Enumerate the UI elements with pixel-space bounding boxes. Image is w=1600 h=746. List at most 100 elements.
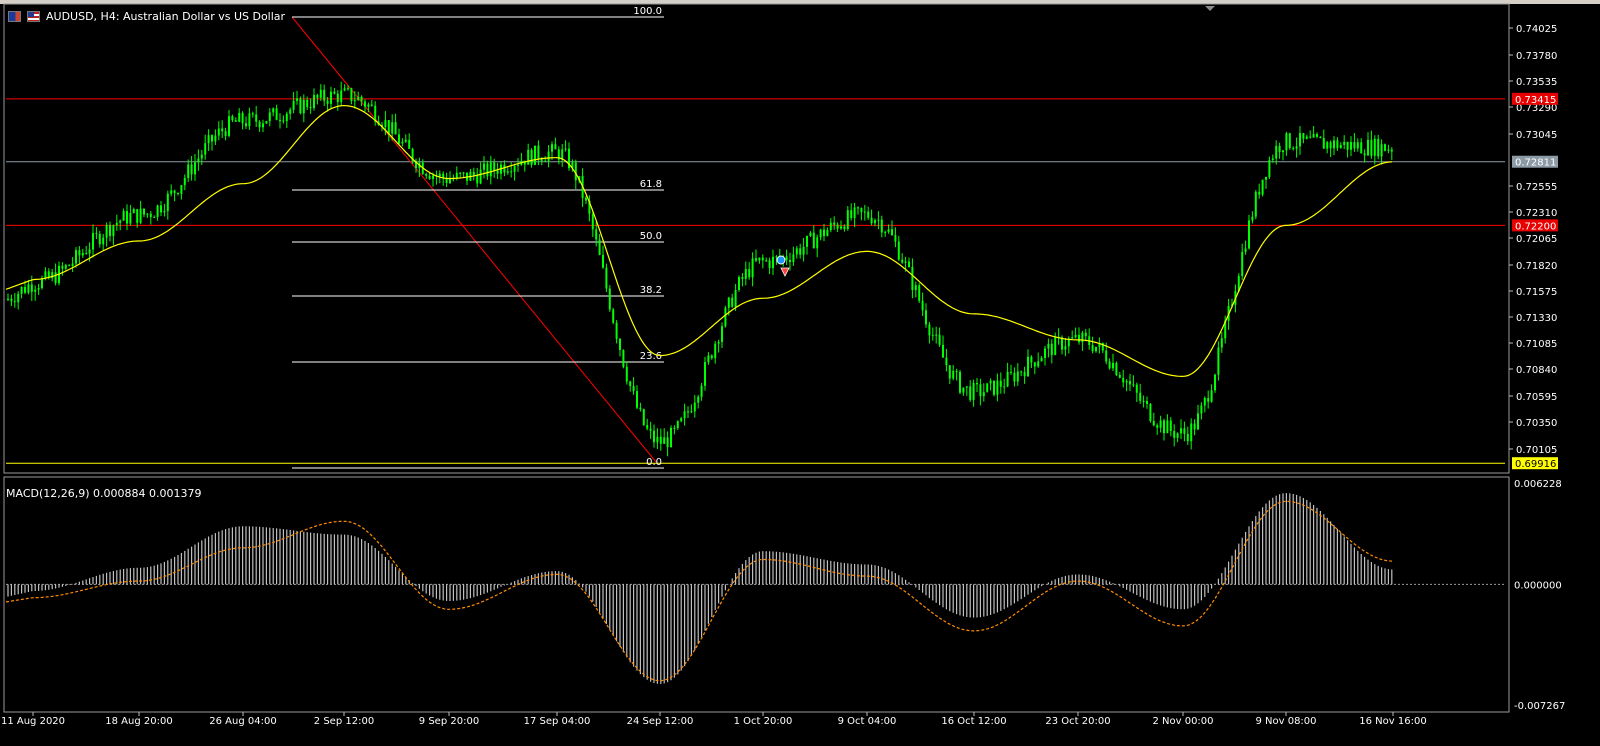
chart-window[interactable]: 100.0 61.8 50.0 38.2 23.6 0.0 0.74025 0.73780 0… xyxy=(0,0,1600,746)
candle xyxy=(241,111,244,130)
candle xyxy=(1135,382,1138,402)
candle-body xyxy=(316,95,319,98)
candle-body xyxy=(309,107,312,109)
candle-body xyxy=(806,235,808,247)
price-tag-label: 0.73415 xyxy=(1515,95,1556,106)
candle-body xyxy=(1292,147,1295,149)
candle xyxy=(724,305,727,328)
candle-body xyxy=(1282,150,1284,153)
candle xyxy=(761,254,764,269)
candle xyxy=(513,163,516,181)
candle xyxy=(629,380,632,392)
candle-body xyxy=(292,100,295,110)
candle-body xyxy=(551,144,553,152)
candle-body xyxy=(44,271,47,279)
candle-body xyxy=(914,285,917,291)
candle-body xyxy=(1299,133,1301,147)
candle xyxy=(829,217,832,233)
price-axis-label: 0.73535 xyxy=(1516,77,1557,88)
candle xyxy=(340,81,343,107)
candle-body xyxy=(343,88,346,91)
trade-open-marker-icon[interactable] xyxy=(776,255,786,265)
macd-indicator-label: MACD(12,26,9) 0.000884 0.001379 xyxy=(6,487,202,500)
candle xyxy=(1336,137,1339,151)
candle xyxy=(1282,149,1284,161)
candle-body xyxy=(857,207,859,209)
candle-body xyxy=(299,98,302,114)
candle xyxy=(92,224,94,258)
candle xyxy=(394,113,397,135)
candle-body xyxy=(1020,371,1023,373)
candle-body xyxy=(486,163,489,177)
candle xyxy=(289,107,292,120)
candle-body xyxy=(1122,377,1125,383)
candle xyxy=(680,416,683,423)
candle-body xyxy=(799,248,802,255)
candle xyxy=(357,91,360,101)
candle xyxy=(404,134,407,144)
candle-body xyxy=(1173,430,1176,438)
chart-canvas[interactable]: 100.0 61.8 50.0 38.2 23.6 0.0 0.74025 0.73780 0… xyxy=(0,0,1600,746)
candle xyxy=(75,247,77,268)
candle-body xyxy=(37,287,40,290)
candle xyxy=(262,119,264,133)
candle-body xyxy=(1387,149,1390,151)
candle-body xyxy=(1176,433,1179,438)
candle xyxy=(1363,149,1366,163)
candle-body xyxy=(370,104,373,106)
candle xyxy=(496,162,499,180)
candle-body xyxy=(126,210,128,224)
candle xyxy=(500,161,502,180)
candle-body xyxy=(1220,338,1223,348)
candle-body xyxy=(738,276,740,290)
candle-body xyxy=(119,220,122,223)
candle-body xyxy=(867,211,870,218)
candle-body xyxy=(445,178,448,183)
trade-close-marker-icon[interactable] xyxy=(780,267,790,277)
candle-body xyxy=(823,229,825,237)
candle xyxy=(1193,419,1196,436)
candle xyxy=(214,129,217,146)
candle xyxy=(673,425,676,435)
candle xyxy=(965,386,968,396)
price-axis-label: 0.73045 xyxy=(1516,130,1557,141)
candle xyxy=(330,86,332,109)
candle-body xyxy=(636,391,638,408)
candle xyxy=(1016,363,1019,386)
candle-body xyxy=(367,104,370,107)
candle-body xyxy=(1125,381,1128,383)
time-axis-label: 16 Nov 16:00 xyxy=(1359,716,1426,727)
candle xyxy=(1322,129,1325,149)
candle xyxy=(670,425,672,448)
candle xyxy=(428,172,431,180)
candle xyxy=(948,365,951,384)
candle-body xyxy=(843,226,846,230)
fibonacci-trend-line[interactable] xyxy=(291,16,657,463)
candle xyxy=(105,222,108,247)
candle-body xyxy=(1064,346,1067,350)
candle-body xyxy=(846,210,849,230)
candle-body xyxy=(877,219,880,221)
candle-body xyxy=(887,229,890,232)
candle-body xyxy=(612,309,615,323)
candle xyxy=(228,109,230,138)
candle-body xyxy=(1139,392,1142,401)
candle xyxy=(833,216,836,230)
candle-body xyxy=(724,307,727,327)
candle xyxy=(982,383,985,402)
candle xyxy=(370,99,373,107)
candle-body xyxy=(357,96,360,101)
scroll-marker-icon[interactable] xyxy=(1205,6,1215,11)
candle xyxy=(1118,371,1121,379)
candle-body xyxy=(30,284,33,292)
candle-body xyxy=(221,128,224,132)
candle-body xyxy=(996,380,999,395)
candle-body xyxy=(224,131,227,136)
candle-body xyxy=(1241,251,1244,277)
candle xyxy=(663,428,666,444)
candle xyxy=(656,428,659,450)
candle xyxy=(1316,132,1318,139)
candle-body xyxy=(938,334,941,345)
candle-body xyxy=(1271,158,1274,161)
candle-body xyxy=(34,289,37,292)
